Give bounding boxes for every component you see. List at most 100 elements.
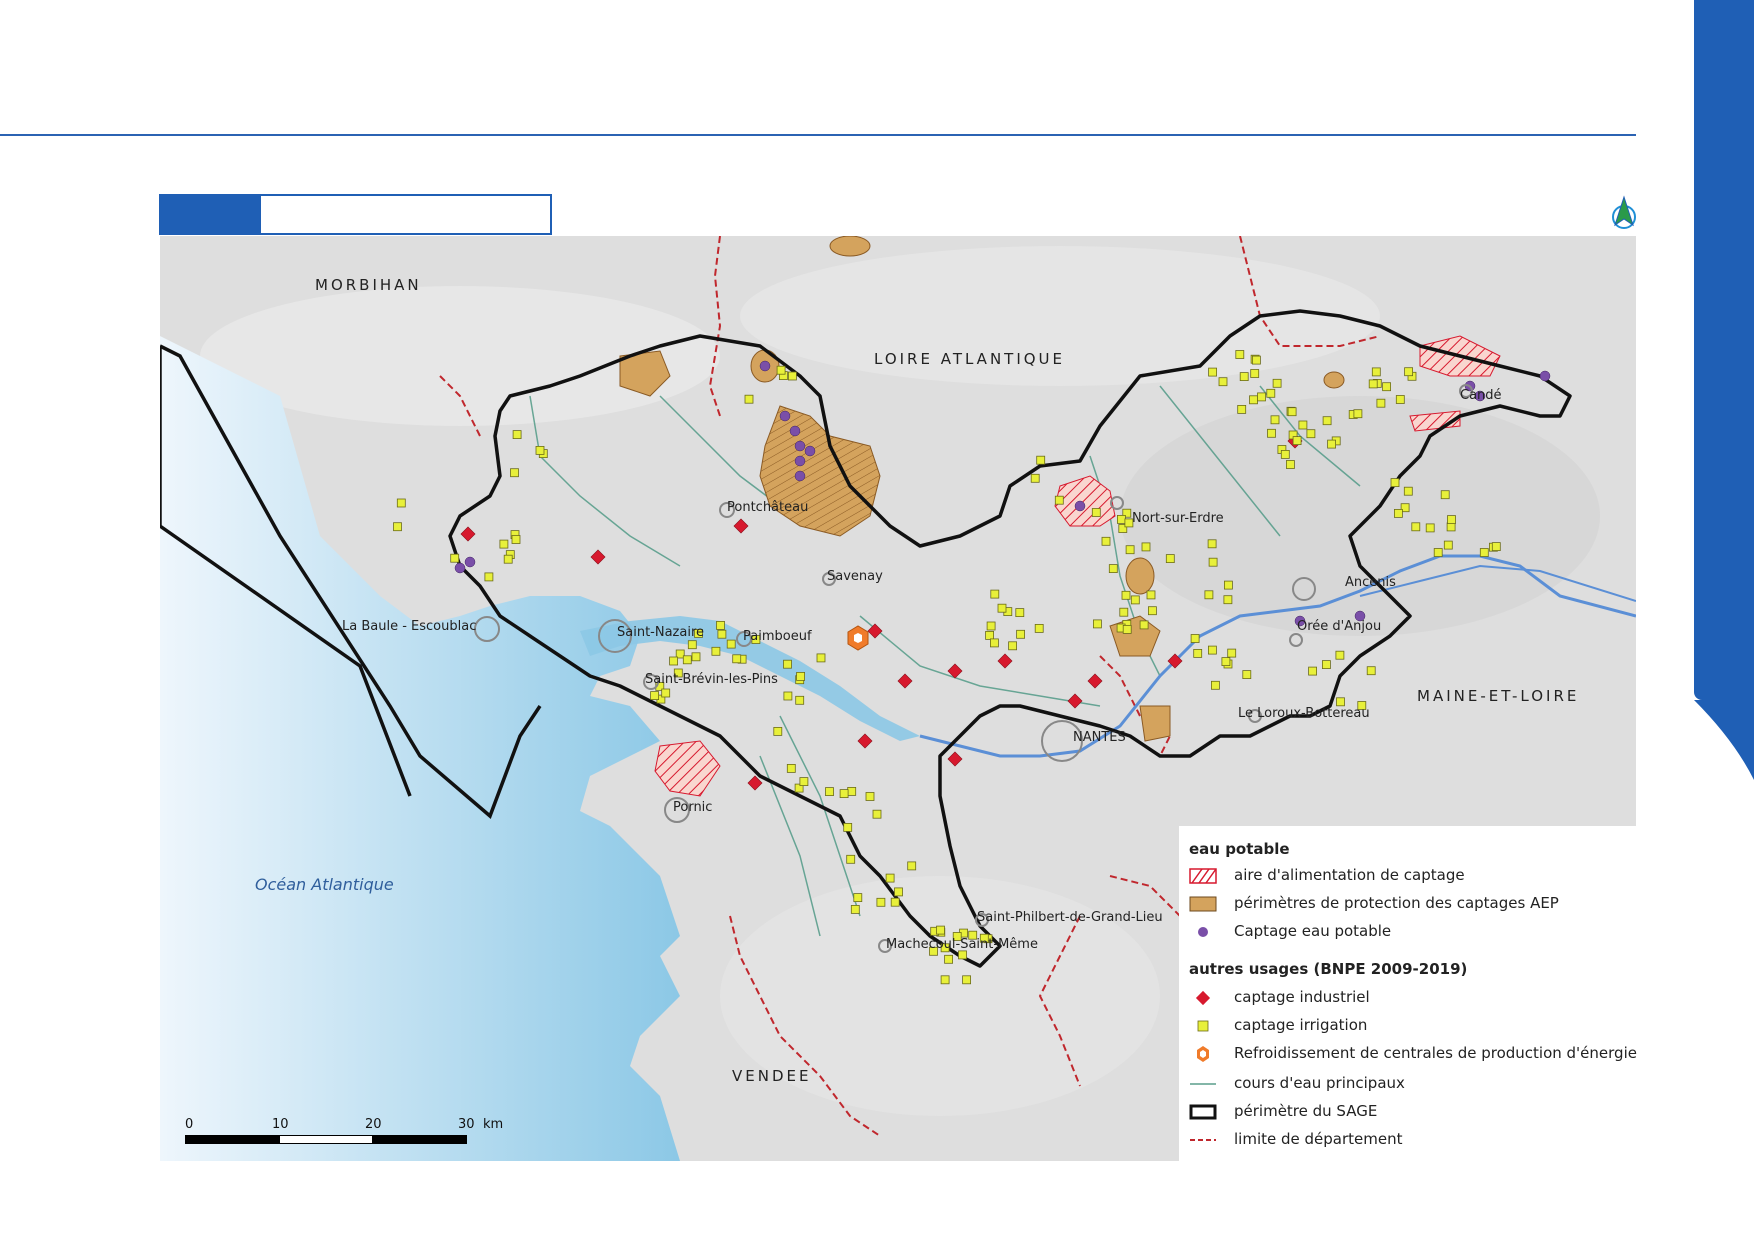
irrigation-marker: [907, 861, 917, 871]
map-title-box: [259, 194, 552, 235]
irrigation-marker: [1395, 395, 1405, 404]
irrigation-marker: [1036, 455, 1046, 465]
side-tab: [1694, 0, 1754, 700]
irrigation-marker: [1121, 590, 1131, 600]
place-label-oree-d-anjou: Orée d'Anjou: [1297, 619, 1381, 634]
sage-outline-icon: [1189, 1104, 1217, 1120]
place-label-pornic: Pornic: [673, 800, 712, 815]
irrigation-marker: [396, 498, 406, 508]
irrigation-marker: [1322, 660, 1331, 670]
irrigation-marker: [783, 691, 793, 701]
legend-row-captage-ep: Captage eau potable: [1189, 920, 1629, 944]
irrigation-marker: [1148, 606, 1157, 616]
irrigation-marker: [1446, 522, 1456, 532]
irrigation-marker: [661, 688, 671, 698]
place-label-savenay: Savenay: [827, 569, 883, 584]
irrigation-marker: [990, 589, 1000, 599]
scale-unit: km: [483, 1117, 504, 1132]
legend-row-industriel: captage industriel: [1189, 986, 1629, 1010]
irrigation-marker: [1272, 378, 1282, 388]
scale-bar: 0 10 20 30 km: [185, 1117, 503, 1147]
irrigation-marker: [732, 654, 742, 664]
legend-row-irrigation: captage irrigation: [1189, 1014, 1629, 1038]
irrigation-marker: [890, 897, 900, 907]
legend-row-refroidissement: Refroidissement de centrales de producti…: [1189, 1042, 1637, 1066]
irrigation-marker: [850, 905, 860, 914]
irrigation-marker: [847, 787, 857, 796]
irrigation-marker: [1015, 608, 1025, 618]
place-label-ancenis: Ancenis: [1345, 575, 1396, 590]
irrigation-marker: [796, 671, 805, 681]
map-title-tag-box: [159, 194, 259, 235]
irrigation-marker: [535, 445, 545, 455]
irrigation-marker: [1207, 539, 1217, 549]
irrigation-marker: [997, 603, 1007, 613]
irrigation-marker: [1249, 395, 1258, 405]
orange-hexagon-icon: [1197, 1046, 1209, 1062]
irrigation-marker: [1371, 367, 1381, 377]
place-label-nantes: NANTES: [1073, 730, 1126, 745]
irrigation-marker: [1008, 641, 1017, 651]
legend-row-limite-dept: limite de département: [1189, 1128, 1629, 1152]
yellow-square-icon: [1197, 1020, 1209, 1032]
irrigation-marker: [986, 621, 996, 631]
irrigation-marker: [716, 620, 725, 630]
irrigation-marker: [865, 792, 875, 801]
irrigation-marker: [1141, 542, 1151, 552]
irrigation-marker: [1425, 523, 1435, 533]
legend-row-perimetres: périmètres de protection des captages AE…: [1189, 892, 1629, 916]
irrigation-marker: [944, 954, 953, 964]
place-label-la-baule: La Baule - Escoublac: [342, 619, 476, 634]
irrigation-marker: [484, 572, 494, 582]
irrigation-marker: [1223, 595, 1233, 605]
irrigation-marker: [1306, 429, 1316, 439]
irrigation-marker: [1165, 554, 1175, 564]
irrigation-marker: [744, 394, 754, 404]
irrigation-marker: [1227, 648, 1237, 658]
irrigation-marker: [1093, 619, 1102, 629]
irrigation-marker: [799, 777, 809, 786]
irrigation-marker: [962, 975, 971, 985]
irrigation-marker: [1270, 415, 1280, 425]
irrigation-marker: [843, 823, 853, 832]
irrigation-marker: [393, 522, 402, 532]
irrigation-marker: [1221, 657, 1231, 667]
irrigation-marker: [825, 787, 834, 796]
header-rule: [0, 134, 1636, 136]
region-label-vendee: VENDEE: [732, 1067, 811, 1085]
dashed-line-icon: [1190, 1139, 1216, 1141]
irrigation-marker: [1353, 409, 1363, 419]
irrigation-marker: [885, 873, 895, 883]
place-label-saint-brevin: Saint-Brévin-les-Pins: [645, 672, 778, 687]
irrigation-marker: [1368, 379, 1378, 389]
irrigation-marker: [1054, 495, 1064, 505]
irrigation-marker: [1204, 590, 1214, 600]
irrigation-marker: [1030, 473, 1040, 483]
scale-tick-0: 0: [185, 1117, 194, 1132]
place-label-saint-nazaire: Saint-Nazaire: [617, 625, 704, 640]
irrigation-marker: [1327, 439, 1336, 449]
irrigation-marker: [1208, 557, 1218, 567]
irrigation-marker: [1242, 670, 1252, 680]
legend-label-irrigation: captage irrigation: [1234, 1016, 1368, 1034]
map-legend: eau potable aire d'alimentation de capta…: [1179, 826, 1637, 1162]
irrigation-marker: [940, 975, 950, 985]
scale-segment: [279, 1135, 373, 1144]
irrigation-marker: [503, 554, 513, 564]
irrigation-marker: [783, 659, 792, 669]
irrigation-marker: [773, 726, 783, 736]
irrigation-marker: [1208, 645, 1217, 655]
irrigation-marker: [786, 764, 796, 773]
legend-label-industriel: captage industriel: [1234, 988, 1370, 1006]
irrigation-marker: [726, 639, 736, 649]
irrigation-marker: [1336, 697, 1345, 707]
irrigation-marker: [1211, 680, 1220, 690]
irrigation-marker: [936, 925, 945, 935]
scale-segment: [185, 1135, 279, 1144]
region-label-loire-atlantique: LOIRE ATLANTIQUE: [874, 350, 1065, 368]
north-arrow-icon: [1612, 195, 1636, 229]
irrigation-marker: [1479, 548, 1489, 557]
irrigation-marker: [876, 897, 886, 907]
irrigation-marker: [1122, 624, 1132, 634]
irrigation-marker: [650, 691, 660, 701]
